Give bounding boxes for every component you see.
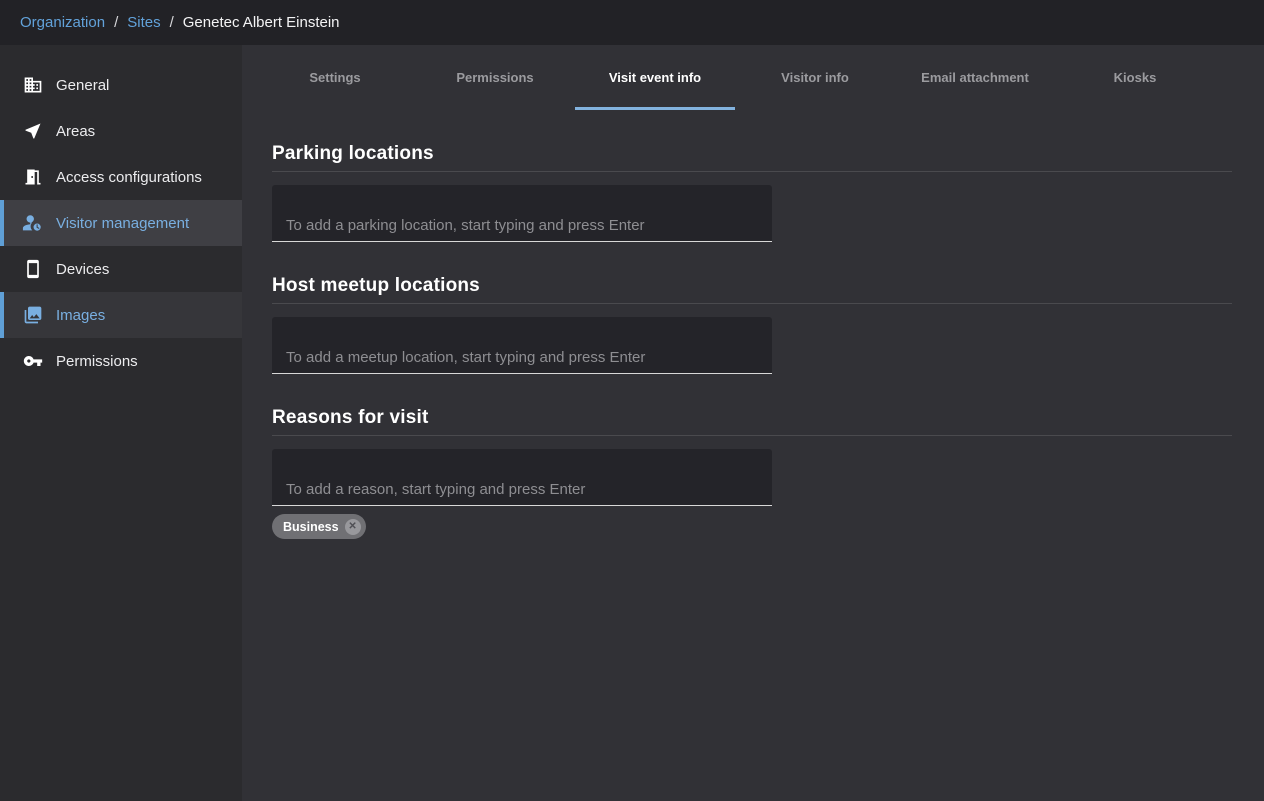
sidebar-item-label: Access configurations: [56, 169, 202, 186]
tag-chip-business: Business ✕: [272, 514, 366, 539]
sidebar-item-images[interactable]: Images: [0, 292, 242, 338]
section-title: Host meetup locations: [272, 242, 1232, 297]
tab-visit-event-info[interactable]: Visit event info: [575, 45, 735, 110]
mobile-device-icon: [22, 258, 44, 280]
tab-bar: Settings Permissions Visit event info Vi…: [242, 45, 1264, 110]
section-divider: [272, 171, 1232, 172]
navigation-arrow-icon: [22, 120, 44, 142]
sidebar-item-visitor-management[interactable]: Visitor management: [0, 200, 242, 246]
key-icon: [22, 350, 44, 372]
section-divider: [272, 303, 1232, 304]
visitor-clock-icon: [22, 212, 44, 234]
tag-chip-label: Business: [283, 520, 339, 534]
sidebar: General Areas Access configurations Visi…: [0, 45, 242, 801]
section-title: Parking locations: [272, 110, 1232, 165]
sidebar-item-areas[interactable]: Areas: [0, 108, 242, 154]
building-icon: [22, 74, 44, 96]
breadcrumb-link-sites[interactable]: Sites: [127, 14, 160, 31]
sidebar-item-label: Devices: [56, 261, 109, 278]
section-parking-locations: Parking locations: [272, 110, 1232, 242]
sidebar-item-label: Permissions: [56, 353, 138, 370]
door-icon: [22, 166, 44, 188]
section-divider: [272, 435, 1232, 436]
photo-stack-icon: [22, 304, 44, 326]
tab-settings[interactable]: Settings: [255, 45, 415, 110]
sidebar-item-label: Visitor management: [56, 215, 189, 232]
tab-permissions[interactable]: Permissions: [415, 45, 575, 110]
sidebar-item-general[interactable]: General: [0, 62, 242, 108]
breadcrumb-link-organization[interactable]: Organization: [20, 14, 105, 31]
top-bar: Organization / Sites / Genetec Albert Ei…: [0, 0, 1264, 45]
main-content: Settings Permissions Visit event info Vi…: [242, 45, 1264, 801]
reason-input[interactable]: [272, 449, 772, 506]
tab-kiosks[interactable]: Kiosks: [1055, 45, 1215, 110]
breadcrumb-separator: /: [114, 14, 118, 31]
sidebar-item-label: Images: [56, 307, 105, 324]
breadcrumb-separator: /: [170, 14, 174, 31]
tab-email-attachment[interactable]: Email attachment: [895, 45, 1055, 110]
sidebar-item-devices[interactable]: Devices: [0, 246, 242, 292]
sidebar-item-access-configurations[interactable]: Access configurations: [0, 154, 242, 200]
section-reasons-for-visit: Reasons for visit Business ✕: [272, 374, 1232, 539]
breadcrumb-current-site: Genetec Albert Einstein: [183, 14, 340, 31]
tab-visitor-info[interactable]: Visitor info: [735, 45, 895, 110]
breadcrumb: Organization / Sites / Genetec Albert Ei…: [20, 14, 340, 31]
section-host-meetup-locations: Host meetup locations: [272, 242, 1232, 374]
section-title: Reasons for visit: [272, 374, 1232, 429]
sidebar-item-permissions[interactable]: Permissions: [0, 338, 242, 384]
sidebar-item-label: Areas: [56, 123, 95, 140]
reason-tag-list: Business ✕: [272, 514, 1232, 539]
remove-tag-icon[interactable]: ✕: [345, 519, 361, 535]
page-layout: General Areas Access configurations Visi…: [0, 45, 1264, 801]
sidebar-item-label: General: [56, 77, 109, 94]
tab-panel-visit-event-info: Parking locations Host meetup locations …: [242, 110, 1264, 539]
meetup-location-input[interactable]: [272, 317, 772, 374]
parking-location-input[interactable]: [272, 185, 772, 242]
